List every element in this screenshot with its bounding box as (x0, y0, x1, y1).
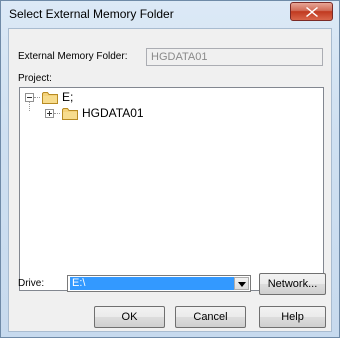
plus-box-icon[interactable] (45, 108, 54, 118)
minus-box-icon[interactable] (25, 92, 34, 102)
tree-item-drive[interactable]: E; (25, 90, 73, 104)
window-title: Select External Memory Folder (9, 7, 174, 21)
folder-icon (62, 107, 78, 120)
external-memory-label: External Memory Folder: (18, 51, 128, 62)
tree-connector (54, 112, 60, 114)
ok-button[interactable]: OK (94, 306, 165, 328)
project-label: Project: (18, 73, 52, 84)
chevron-down-icon (238, 282, 246, 287)
drive-label: Drive: (18, 278, 45, 289)
close-icon (306, 7, 318, 17)
dialog-body: External Memory Folder: HGDATA01 Project… (8, 28, 332, 332)
project-tree[interactable]: E; HGDATA01 (19, 87, 324, 291)
tree-connector (34, 96, 40, 98)
network-button[interactable]: Network... (259, 273, 326, 295)
tree-item-label: HGDATA01 (82, 106, 144, 120)
tree-item-label: E; (62, 90, 74, 104)
cancel-button[interactable]: Cancel (175, 306, 246, 328)
folder-icon (42, 91, 58, 104)
title-bar: Select External Memory Folder (1, 1, 339, 27)
external-memory-field: HGDATA01 (146, 48, 323, 66)
tree-item-folder[interactable]: HGDATA01 (45, 106, 144, 120)
dialog-window: Select External Memory Folder External M… (0, 0, 340, 338)
drive-select[interactable]: E:\ (67, 275, 251, 292)
drive-dropdown-button[interactable] (234, 277, 249, 290)
help-button[interactable]: Help (259, 306, 326, 328)
close-button[interactable] (290, 2, 333, 21)
drive-selected-value: E:\ (70, 277, 234, 290)
